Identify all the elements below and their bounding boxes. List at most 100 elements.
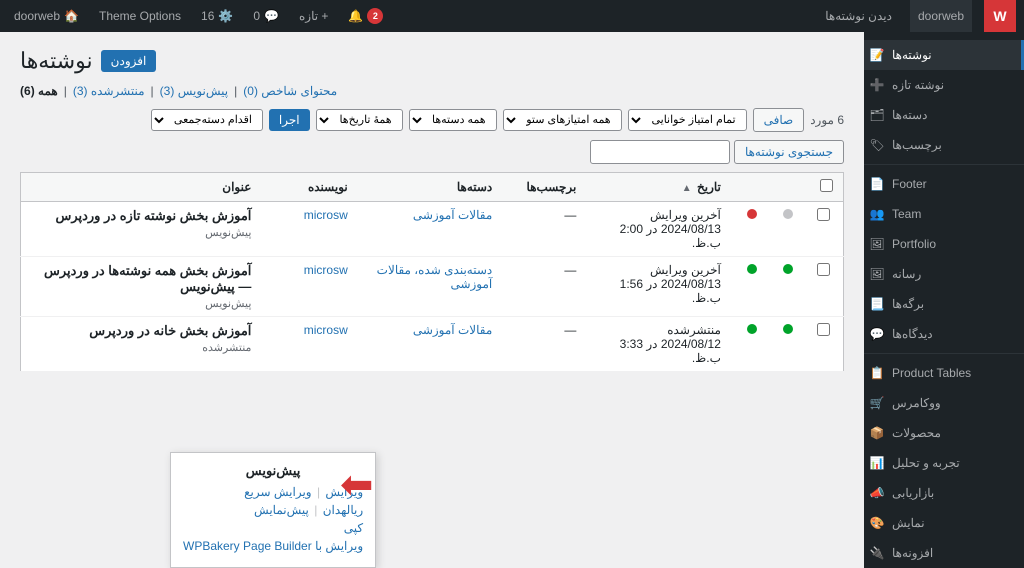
page-title: نوشته‌ها [20, 48, 93, 74]
adminbar-theme-options[interactable]: Theme Options [93, 0, 187, 32]
pages-icon: 📃 [868, 295, 886, 313]
sidebar-item-portfolio[interactable]: Portfolio 🖼 [864, 229, 1024, 259]
new-post-icon: ➕ [868, 76, 886, 94]
col-date-header[interactable]: تاریخ ▲ [586, 173, 731, 202]
sidebar-item-team[interactable]: Team 👥 [864, 199, 1024, 229]
popup-item-copy[interactable]: کپی [183, 521, 363, 535]
published-tab[interactable]: منتشرشده (3) [73, 84, 145, 98]
sidebar-item-categories[interactable]: دسته‌ها 🗂 [864, 100, 1024, 130]
portfolio-icon: 🖼 [868, 235, 886, 253]
updates-icon: ⚙️ [218, 9, 233, 23]
popup-item-trash[interactable]: ریالهدان | پیش‌نمایش [183, 503, 363, 517]
comments-sidebar-icon: 💬 [868, 325, 886, 343]
apply-button[interactable]: اجرا [269, 109, 310, 131]
adminbar-new[interactable]: + تازه [293, 0, 334, 32]
row-2-checkbox[interactable] [817, 263, 830, 276]
sidebar-item-media[interactable]: رسانه 🖼 [864, 259, 1024, 289]
search-input[interactable] [590, 140, 730, 164]
adminbar-comments[interactable]: 💬 0 [247, 0, 285, 32]
sidebar-item-products[interactable]: محصولات 📦 [864, 418, 1024, 448]
row-3-status: منتشرشده [31, 341, 251, 354]
popup-item-wpbakery[interactable]: ویرایش با WPBakery Page Builder [183, 539, 363, 553]
team-icon: 👥 [868, 205, 886, 223]
dot-green-icon [783, 264, 793, 274]
categories-filter[interactable]: همه دسته‌ها [409, 109, 497, 131]
sidebar-item-analytics[interactable]: تجربه و تحلیل 📊 [864, 448, 1024, 478]
sidebar-item-appearance[interactable]: نمایش 🎨 [864, 508, 1024, 538]
page-title-area: افزودن نوشته‌ها [20, 48, 844, 74]
sidebar-item-comments[interactable]: دیدگاه‌ها 💬 [864, 319, 1024, 349]
sidebar-item-tags[interactable]: برچسب‌ها 🏷 [864, 130, 1024, 160]
row-1-author: microsw [261, 202, 357, 257]
categories-icon: 🗂 [868, 106, 886, 124]
row-2-author: microsw [261, 257, 357, 317]
dot-gray-icon [783, 209, 793, 219]
col-author-header: نویسنده [261, 173, 357, 202]
sidebar-item-marketing[interactable]: بازاریابی 📣 [864, 478, 1024, 508]
dates-filter[interactable]: همهٔ تاریخ‌ها [316, 109, 403, 131]
col-status1 [731, 173, 767, 202]
row-1-checkbox[interactable] [817, 208, 830, 221]
sidebar-item-product-tables[interactable]: Product Tables 📋 [864, 358, 1024, 388]
woo-icon: 🛒 [868, 394, 886, 412]
row-1-tags: — [502, 202, 586, 257]
row-checkbox-2 [803, 257, 843, 317]
table-row: منتشرشده 2024/08/12 در 3:33 ب.ظ. — مقالا… [21, 317, 844, 372]
table-wrapper: تاریخ ▲ برچسب‌ها دسته‌ها نویسنده عنوان [20, 172, 844, 372]
row-3-categories: مقالات آموزشی [358, 317, 503, 372]
filter-tabs: محتوای شاخص (0) | پیش‌نویس (3) | منتشرشد… [20, 84, 844, 98]
row-3-tags: — [502, 317, 586, 372]
sidebar-item-pages[interactable]: برگه‌ها 📃 [864, 289, 1024, 319]
select-all-checkbox[interactable] [820, 179, 833, 192]
row-2-dot2 [731, 257, 767, 317]
tablenav-right: 6 مورد صافی تمام امتیاز خوانایی همه امتی… [151, 108, 844, 132]
featured-tab[interactable]: محتوای شاخص (0) [243, 84, 337, 98]
sidebar-item-footer[interactable]: Footer 📄 [864, 169, 1024, 199]
title-actions: افزودن [101, 50, 157, 72]
products-icon: 📦 [868, 424, 886, 442]
row-3-dot2 [731, 317, 767, 372]
sidebar-item-woocommerce[interactable]: ووکامرس 🛒 [864, 388, 1024, 418]
popup-item-edit[interactable]: ویرایش | ویرایش سریع [183, 485, 363, 499]
amtiyazat-filter[interactable]: همه امتیازهای ستو [503, 109, 622, 131]
filter-button[interactable]: صافی [753, 108, 805, 132]
row-2-dot1 [767, 257, 803, 317]
col-dot1 [767, 173, 803, 202]
all-tab[interactable]: همه (6) [20, 84, 58, 98]
plugins-icon: 🔌 [868, 544, 886, 562]
readability-filter[interactable]: تمام امتیاز خوانایی [628, 109, 747, 131]
menu-separator-2 [864, 353, 1024, 354]
adminbar-site[interactable]: 🏠 doorweb [8, 0, 85, 32]
adminbar-updates[interactable]: ⚙️ 16 [195, 0, 239, 32]
bulk-action-select[interactable]: اقدام دسته‌جمعی [151, 109, 263, 131]
row-3-dot1 [767, 317, 803, 372]
adminbar-view-posts[interactable]: دیدن نوشته‌ها [819, 0, 898, 32]
table-row: آخرین ویرایش 2024/08/13 در 2:00 ب.ظ. — م… [21, 202, 844, 257]
row-2-title: آموزش بخش همه نوشته‌ها در وردپرس — پیش‌ن… [21, 257, 262, 317]
row-1-dot1 [767, 202, 803, 257]
row-3-checkbox[interactable] [817, 323, 830, 336]
search-posts-button[interactable]: جستجوی نوشته‌ها [734, 140, 844, 164]
main-wrapper: نوشته‌ها 📝 نوشته تازه ➕ دسته‌ها 🗂 برچسب‌… [0, 32, 1024, 568]
table-header-row: تاریخ ▲ برچسب‌ها دسته‌ها نویسنده عنوان [21, 173, 844, 202]
adminbar-notifications[interactable]: 2 🔔 [342, 0, 389, 32]
count-label: 6 مورد [810, 113, 844, 127]
red-arrow: ➡ [340, 462, 374, 508]
site-name[interactable]: doorweb [910, 0, 972, 32]
sidebar-item-posts[interactable]: نوشته‌ها 📝 [864, 40, 1024, 70]
sidebar-item-plugins[interactable]: افزونه‌ها 🔌 [864, 538, 1024, 568]
add-new-button[interactable]: افزودن [101, 50, 157, 72]
table-row: آخرین ویرایش 2024/08/13 در 1:56 ب.ظ. — د… [21, 257, 844, 317]
comments-icon: 💬 [264, 9, 279, 23]
table-head: تاریخ ▲ برچسب‌ها دسته‌ها نویسنده عنوان [21, 173, 844, 202]
row-checkbox-1 [803, 202, 843, 257]
col-tags-header: برچسب‌ها [502, 173, 586, 202]
sidebar-item-new-post[interactable]: نوشته تازه ➕ [864, 70, 1024, 100]
posts-icon: 📝 [868, 46, 886, 64]
row-1-title: آموزش بخش نوشته تازه در وردپرس پیش‌نویس [21, 202, 262, 257]
admin-sidebar: نوشته‌ها 📝 نوشته تازه ➕ دسته‌ها 🗂 برچسب‌… [864, 32, 1024, 568]
wp-logo[interactable]: W [984, 0, 1016, 32]
draft-tab[interactable]: پیش‌نویس (3) [160, 84, 228, 98]
dot-green-icon-2 [747, 264, 757, 274]
col-checkbox [803, 173, 843, 202]
